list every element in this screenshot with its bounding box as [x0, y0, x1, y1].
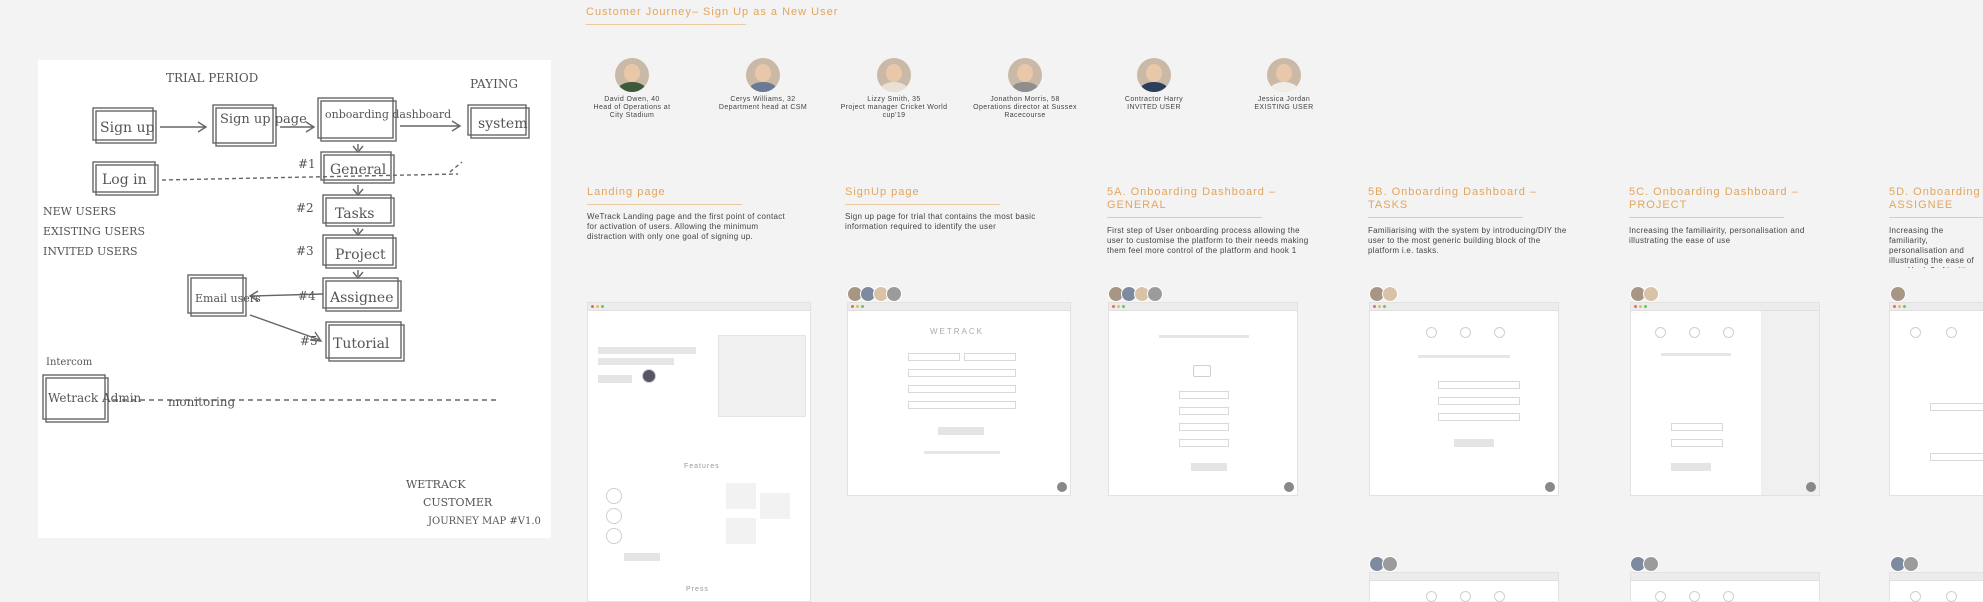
persona-avatar — [1890, 286, 1906, 302]
svg-text:#5: #5 — [300, 334, 318, 348]
svg-text:Tasks: Tasks — [335, 206, 374, 222]
svg-text:onboarding dashboard: onboarding dashboard — [325, 108, 451, 121]
svg-text:monitoring: monitoring — [168, 395, 236, 409]
persona-avatar — [1903, 556, 1919, 572]
svg-text:system: system — [478, 116, 527, 132]
persona-avatar — [1147, 286, 1163, 302]
svg-text:#3: #3 — [296, 244, 314, 258]
step-description: WeTrack Landing page and the first point… — [587, 212, 786, 241]
step-description: Sign up page for trial that contains the… — [845, 212, 1036, 231]
persona-card: Lizzy Smith, 35 Project manager Cricket W… — [829, 58, 959, 120]
step-title: 5C. Onboarding Dashboard – PROJECT — [1629, 186, 1799, 211]
svg-text:EXISTING USERS: EXISTING USERS — [43, 225, 145, 238]
persona-card: David Owen, 40 Head of Operations at City … — [567, 58, 697, 120]
onboarding-assignee-mockup — [1889, 302, 1983, 496]
persona-card: Contractor Harry INVITED USER — [1089, 58, 1219, 112]
persona-avatar — [1267, 58, 1301, 92]
svg-text:INVITED USERS: INVITED USERS — [43, 245, 138, 258]
step-title: 5D. Onboarding Dashboard – ASSIGNEE — [1889, 186, 1983, 211]
svg-text:Sign up page: Sign up page — [220, 112, 307, 127]
step-description: Increasing the familiarity, personalisat… — [1889, 226, 1982, 268]
svg-text:#4: #4 — [298, 289, 316, 303]
persona-avatar — [746, 58, 780, 92]
svg-text:#2: #2 — [296, 201, 314, 215]
landing-page-mockup: Features Press — [587, 302, 811, 602]
persona-avatar — [1643, 556, 1659, 572]
chat-icon[interactable] — [1284, 482, 1294, 492]
persona-avatar — [1008, 58, 1042, 92]
svg-text:Wetrack Admin: Wetrack Admin — [48, 391, 142, 405]
persona-card: Cerys Williams, 32 Department head at CSM — [698, 58, 828, 112]
signup-page-mockup: WETRACK — [847, 302, 1071, 496]
chat-icon[interactable] — [1057, 482, 1067, 492]
persona-avatar — [886, 286, 902, 302]
persona-avatar — [1382, 286, 1398, 302]
step-description: Increasing the familiairity, personalisa… — [1629, 226, 1805, 245]
svg-text:#1: #1 — [298, 157, 316, 171]
sketch-trial-label: TRIAL PERIOD — [166, 71, 258, 85]
step-description: First step of User onboarding process al… — [1107, 226, 1309, 255]
step-description: Familiarising with the system by introdu… — [1368, 226, 1567, 255]
step-title: 5B. Onboarding Dashboard – TASKS — [1368, 186, 1538, 211]
persona-avatar — [1137, 58, 1171, 92]
svg-text:Intercom: Intercom — [46, 357, 93, 368]
step-title: 5A. Onboarding Dashboard – GENERAL — [1107, 186, 1277, 211]
persona-avatar — [1643, 286, 1659, 302]
persona-card: Jonathon Morris, 58 Operations director a… — [960, 58, 1090, 120]
svg-text:Project: Project — [335, 247, 386, 263]
persona-avatar — [1382, 556, 1398, 572]
svg-text:JOURNEY MAP #V1.0: JOURNEY MAP #V1.0 — [427, 516, 541, 527]
svg-text:CUSTOMER: CUSTOMER — [423, 496, 493, 509]
page-title: Customer Journey– Sign Up as a New User — [586, 6, 839, 18]
onboarding-tasks-mockup — [1369, 302, 1559, 496]
onboarding-project-mockup — [1630, 302, 1820, 496]
assignee-mockup-partial — [1889, 572, 1983, 602]
svg-text:Log in: Log in — [102, 172, 147, 188]
title-underline — [586, 24, 746, 25]
tasks-mockup-partial — [1369, 572, 1559, 602]
svg-text:Email users: Email users — [195, 292, 261, 305]
project-mockup-partial — [1630, 572, 1820, 602]
persona-avatar — [877, 58, 911, 92]
sketch-drawing: TRIAL PERIOD PAYING Sign up Sign up page… — [42, 71, 541, 527]
svg-text:Tutorial: Tutorial — [333, 336, 390, 352]
svg-text:WETRACK: WETRACK — [406, 478, 466, 491]
svg-text:General: General — [330, 162, 387, 178]
svg-text:NEW USERS: NEW USERS — [43, 205, 116, 218]
persona-card: Jessica Jordan EXISTING USER — [1219, 58, 1349, 112]
svg-text:Assignee: Assignee — [329, 290, 394, 306]
onboarding-general-mockup — [1108, 302, 1298, 496]
chat-icon[interactable] — [1545, 482, 1555, 492]
step-title: SignUp page — [845, 186, 920, 198]
svg-text:Sign up: Sign up — [100, 120, 155, 136]
sketch-paying-label: PAYING — [470, 77, 518, 91]
chat-icon[interactable] — [1806, 482, 1816, 492]
step-title: Landing page — [587, 186, 666, 198]
persona-avatar — [615, 58, 649, 92]
sketch-journey-map: TRIAL PERIOD PAYING Sign up Sign up page… — [38, 60, 551, 538]
